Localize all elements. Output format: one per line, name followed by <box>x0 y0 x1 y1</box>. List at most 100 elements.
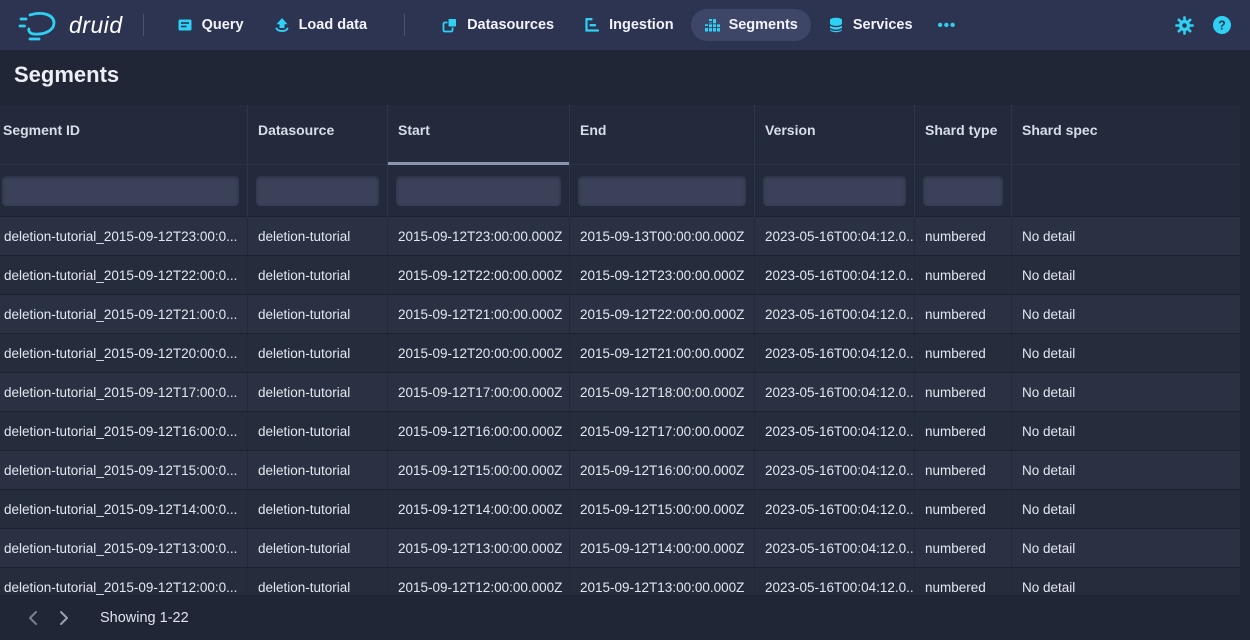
table-row[interactable]: deletion-tutorial_2015-09-12T22:00:0... … <box>0 256 1240 295</box>
prev-page-button[interactable] <box>20 606 44 630</box>
cell-segment-id: deletion-tutorial_2015-09-12T23:00:0... <box>0 217 248 255</box>
cell-datasource: deletion-tutorial <box>248 529 388 567</box>
cell-segment-id: deletion-tutorial_2015-09-12T22:00:0... <box>0 256 248 294</box>
cell-start: 2015-09-12T17:00:00.000Z <box>388 373 570 411</box>
cell-end: 2015-09-12T18:00:00.000Z <box>570 373 755 411</box>
cell-end: 2015-09-12T16:00:00.000Z <box>570 451 755 489</box>
ingestion-icon <box>584 17 600 33</box>
cell-start: 2015-09-12T22:00:00.000Z <box>388 256 570 294</box>
cell-datasource: deletion-tutorial <box>248 334 388 372</box>
cell-end: 2015-09-12T22:00:00.000Z <box>570 295 755 333</box>
cell-end: 2015-09-12T13:00:00.000Z <box>570 568 755 595</box>
column-header-segment-id[interactable]: Segment ID <box>0 105 248 165</box>
navbar-right: ? <box>1175 15 1232 35</box>
nav-item-services[interactable]: Services <box>815 9 926 41</box>
cell-version: 2023-05-16T00:04:12.0... <box>755 256 915 294</box>
nav-item-label: Load data <box>299 17 367 33</box>
table-header-row: Segment ID Datasource Start End Version … <box>0 105 1240 165</box>
filter-input-end[interactable] <box>578 176 746 206</box>
filter-input-shard-type[interactable] <box>923 176 1003 206</box>
load-data-icon <box>274 17 290 33</box>
filter-input-segment-id[interactable] <box>2 176 239 206</box>
cell-version: 2023-05-16T00:04:12.0... <box>755 217 915 255</box>
cell-shard-type: numbered <box>915 529 1012 567</box>
cell-shard-type: numbered <box>915 373 1012 411</box>
cell-datasource: deletion-tutorial <box>248 256 388 294</box>
cell-end: 2015-09-12T23:00:00.000Z <box>570 256 755 294</box>
cell-shard-type: numbered <box>915 451 1012 489</box>
cell-segment-id: deletion-tutorial_2015-09-12T15:00:0... <box>0 451 248 489</box>
navbar-divider <box>404 14 405 36</box>
nav-item-label: Datasources <box>467 17 554 33</box>
cell-shard-type: numbered <box>915 295 1012 333</box>
cell-datasource: deletion-tutorial <box>248 568 388 595</box>
nav-item-label: Segments <box>729 17 798 33</box>
cell-shard-type: numbered <box>915 256 1012 294</box>
column-header-datasource[interactable]: Datasource <box>248 105 388 165</box>
cell-shard-spec: No detail <box>1012 451 1240 489</box>
nav-more-button[interactable]: ••• <box>930 9 965 42</box>
pagination-status: Showing 1-22 <box>100 610 189 626</box>
cell-shard-spec: No detail <box>1012 334 1240 372</box>
table-row[interactable]: deletion-tutorial_2015-09-12T17:00:0... … <box>0 373 1240 412</box>
filter-input-start[interactable] <box>396 176 561 206</box>
query-icon <box>177 17 193 33</box>
pagination-bar: Showing 1-22 <box>0 595 1250 640</box>
help-icon[interactable]: ? <box>1212 15 1232 35</box>
cell-end: 2015-09-12T17:00:00.000Z <box>570 412 755 450</box>
segments-icon <box>704 17 720 33</box>
column-header-end[interactable]: End <box>570 105 755 165</box>
nav-item-label: Services <box>853 17 913 33</box>
table-row[interactable]: deletion-tutorial_2015-09-12T13:00:0... … <box>0 529 1240 568</box>
cell-shard-spec: No detail <box>1012 217 1240 255</box>
table-row[interactable]: deletion-tutorial_2015-09-12T23:00:0... … <box>0 217 1240 256</box>
cell-datasource: deletion-tutorial <box>248 451 388 489</box>
column-header-shard-spec[interactable]: Shard spec <box>1012 105 1240 165</box>
nav-item-segments[interactable]: Segments <box>691 9 811 41</box>
table-row[interactable]: deletion-tutorial_2015-09-12T14:00:0... … <box>0 490 1240 529</box>
cell-shard-spec: No detail <box>1012 529 1240 567</box>
cell-segment-id: deletion-tutorial_2015-09-12T21:00:0... <box>0 295 248 333</box>
filter-input-datasource[interactable] <box>256 176 379 206</box>
segments-table: Segment ID Datasource Start End Version … <box>0 105 1240 595</box>
cell-datasource: deletion-tutorial <box>248 295 388 333</box>
page-title: Segments <box>14 62 119 88</box>
nav-item-query[interactable]: Query <box>164 9 257 41</box>
gear-icon[interactable] <box>1175 16 1194 35</box>
cell-start: 2015-09-12T16:00:00.000Z <box>388 412 570 450</box>
druid-logo[interactable]: druid <box>18 9 123 41</box>
nav-item-load-data[interactable]: Load data <box>261 9 380 41</box>
cell-version: 2023-05-16T00:04:12.0... <box>755 568 915 595</box>
cell-start: 2015-09-12T14:00:00.000Z <box>388 490 570 528</box>
cell-segment-id: deletion-tutorial_2015-09-12T20:00:0... <box>0 334 248 372</box>
cell-shard-type: numbered <box>915 217 1012 255</box>
cell-shard-spec: No detail <box>1012 295 1240 333</box>
cell-datasource: deletion-tutorial <box>248 490 388 528</box>
navbar-divider <box>143 14 144 36</box>
table-row[interactable]: deletion-tutorial_2015-09-12T21:00:0... … <box>0 295 1240 334</box>
cell-version: 2023-05-16T00:04:12.0... <box>755 295 915 333</box>
filter-input-version[interactable] <box>763 176 906 206</box>
cell-segment-id: deletion-tutorial_2015-09-12T14:00:0... <box>0 490 248 528</box>
column-header-shard-type[interactable]: Shard type <box>915 105 1012 165</box>
column-header-start[interactable]: Start <box>388 105 570 165</box>
services-icon <box>828 17 844 33</box>
cell-version: 2023-05-16T00:04:12.0... <box>755 529 915 567</box>
top-navbar: druid Query Load data <box>0 0 1250 50</box>
next-page-button[interactable] <box>52 606 76 630</box>
nav-item-ingestion[interactable]: Ingestion <box>571 9 686 41</box>
druid-logo-icon <box>18 9 60 41</box>
nav-item-datasources[interactable]: Datasources <box>429 9 567 41</box>
cell-shard-spec: No detail <box>1012 490 1240 528</box>
cell-shard-spec: No detail <box>1012 256 1240 294</box>
table-row[interactable]: deletion-tutorial_2015-09-12T20:00:0... … <box>0 334 1240 373</box>
nav-item-label: Query <box>202 17 244 33</box>
table-row[interactable]: deletion-tutorial_2015-09-12T15:00:0... … <box>0 451 1240 490</box>
nav-item-label: Ingestion <box>609 17 673 33</box>
column-header-version[interactable]: Version <box>755 105 915 165</box>
cell-shard-type: numbered <box>915 568 1012 595</box>
cell-shard-type: numbered <box>915 490 1012 528</box>
table-row[interactable]: deletion-tutorial_2015-09-12T12:00:0... … <box>0 568 1240 595</box>
table-row[interactable]: deletion-tutorial_2015-09-12T16:00:0... … <box>0 412 1240 451</box>
cell-shard-type: numbered <box>915 334 1012 372</box>
